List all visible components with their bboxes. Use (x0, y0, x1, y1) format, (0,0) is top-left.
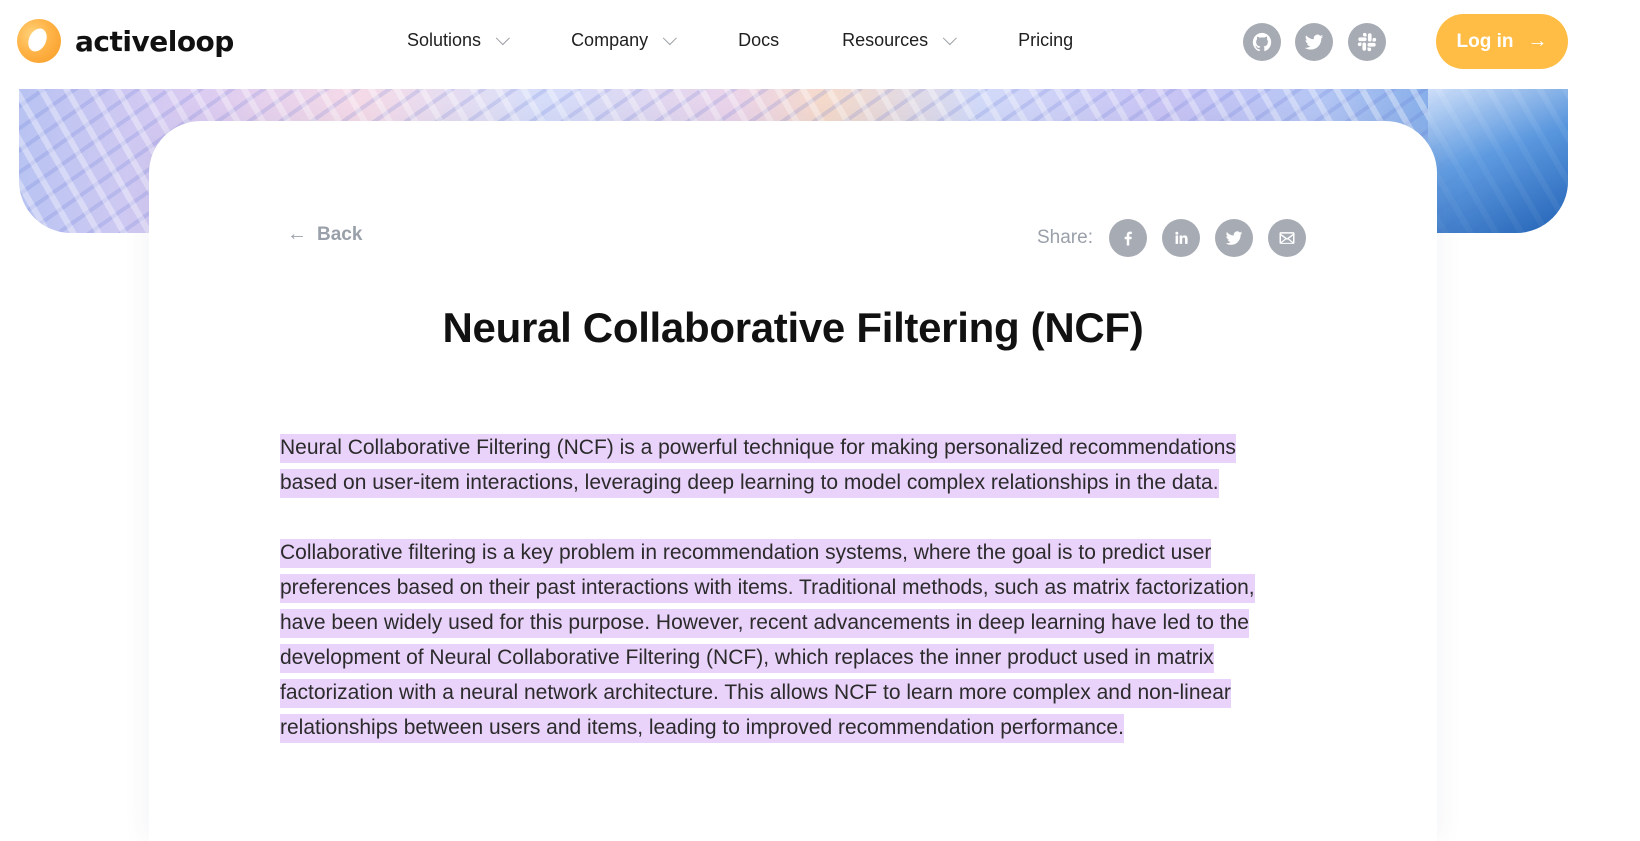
nav-solutions-label: Solutions (407, 30, 482, 50)
site-header: activeloop Solutions Company Docs Resour… (0, 0, 1640, 84)
nav-docs[interactable]: Docs (738, 30, 779, 51)
chevron-down-icon (495, 30, 510, 45)
nav-company[interactable]: Company (571, 30, 678, 51)
share-email-button[interactable] (1267, 219, 1306, 257)
article-paragraph: Collaborative filtering is a key problem… (280, 535, 1295, 745)
share-facebook-button[interactable] (1108, 219, 1147, 257)
paragraph-text: Neural Collaborative Filtering (NCF) is … (280, 434, 1236, 498)
arrow-left-icon: ← (287, 223, 307, 245)
nav-pricing[interactable]: Pricing (1018, 30, 1073, 51)
paragraph-text: Collaborative filtering is a key problem… (280, 539, 1255, 743)
chevron-down-icon (942, 30, 958, 45)
nav-company-label: Company (571, 30, 649, 50)
logo-text: activeloop (75, 24, 234, 58)
share-twitter-button[interactable] (1214, 219, 1253, 257)
nav-pricing-label: Pricing (1018, 30, 1074, 50)
article-title: Neural Collaborative Filtering (NCF) (442, 304, 1144, 351)
share-linkedin-button[interactable] (1161, 219, 1200, 257)
nav-resources-label: Resources (842, 30, 929, 50)
nav-docs-label: Docs (738, 30, 780, 50)
article-body: Neural Collaborative Filtering (NCF) is … (280, 430, 1295, 780)
back-link[interactable]: ← Back (287, 223, 362, 246)
slack-icon (1357, 32, 1377, 52)
twitter-button[interactable] (1295, 23, 1333, 61)
article-paragraph: Neural Collaborative Filtering (NCF) is … (280, 430, 1295, 500)
twitter-icon (1304, 34, 1324, 50)
activeloop-logo-icon (17, 19, 61, 63)
login-label: Log in (1456, 30, 1514, 52)
linkedin-icon (1175, 231, 1188, 244)
chevron-down-icon (662, 30, 678, 45)
activeloop-logo[interactable]: activeloop (17, 19, 234, 63)
share-label: Share: (1037, 227, 1093, 248)
slack-button[interactable] (1348, 23, 1386, 61)
back-label: Back (317, 223, 363, 245)
login-button[interactable]: Log in → (1436, 14, 1568, 69)
email-icon (1279, 232, 1295, 244)
main-nav: Solutions Company Docs Resources Pricing (407, 30, 1073, 51)
share-bar: Share: (1037, 219, 1306, 257)
article-card: ← Back Share: Neural Collaborative Filte… (149, 121, 1437, 841)
facebook-icon (1124, 231, 1132, 246)
nav-resources[interactable]: Resources (842, 30, 958, 51)
github-icon (1252, 32, 1272, 52)
twitter-icon (1225, 231, 1243, 245)
github-button[interactable] (1243, 23, 1281, 61)
arrow-right-icon: → (1527, 30, 1548, 52)
nav-solutions[interactable]: Solutions (407, 30, 510, 51)
